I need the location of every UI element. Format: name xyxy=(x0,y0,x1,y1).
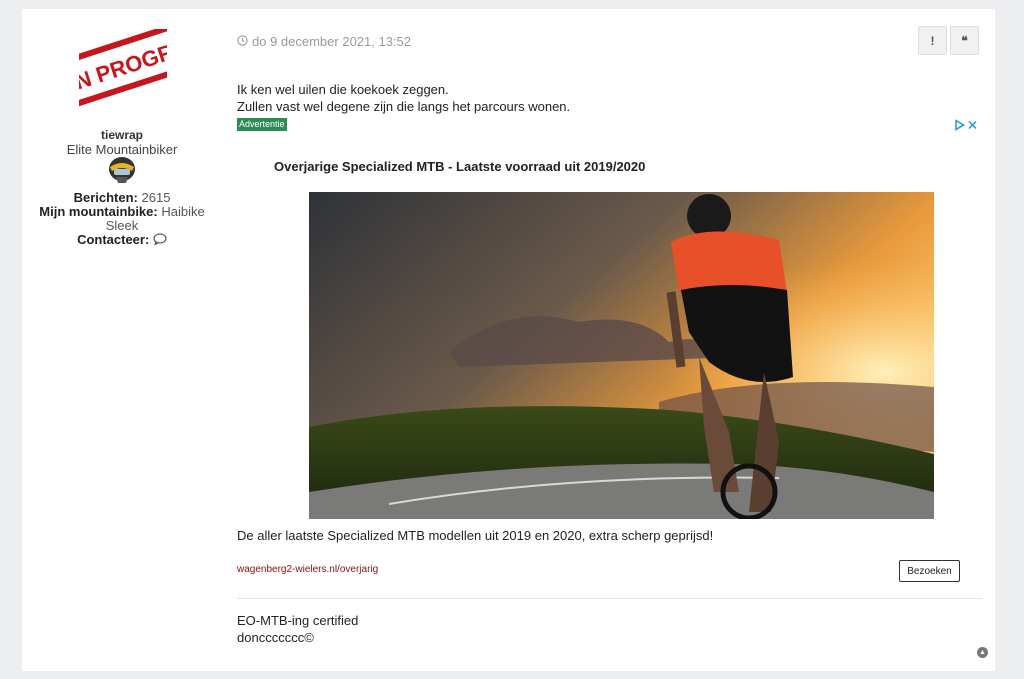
ad-image[interactable] xyxy=(309,192,934,519)
signature: EO-MTB-ing certified donccccccc© xyxy=(237,612,358,646)
quote-icon: ❝ xyxy=(961,33,968,48)
speech-bubble-icon[interactable] xyxy=(153,233,167,248)
post-date[interactable]: do 9 december 2021, 13:52 xyxy=(237,34,411,49)
post-line: Zullen vast wel degene zijn die langs he… xyxy=(237,99,571,114)
signature-divider xyxy=(237,598,982,599)
post-content: Ik ken wel uilen die koekoek zeggen. Zul… xyxy=(237,81,570,115)
posts-count: Berichten: 2615 xyxy=(73,190,171,205)
avatar[interactable]: N PROGRES xyxy=(79,29,167,117)
ad-description: De aller laatste Specialized MTB modelle… xyxy=(237,528,714,543)
signature-line: EO-MTB-ing certified xyxy=(237,613,359,628)
ad-choices[interactable] xyxy=(954,119,978,134)
quote-button[interactable]: ❝ xyxy=(950,26,979,55)
visit-button[interactable]: Bezoeken xyxy=(899,560,960,582)
ad-link[interactable]: wagenberg2-wielers.nl/overjarig xyxy=(237,564,378,575)
username[interactable]: tiewrap xyxy=(22,128,222,142)
ad-close-icon[interactable] xyxy=(967,119,978,134)
clock-icon xyxy=(237,34,248,49)
ad-title[interactable]: Overjarige Specialized MTB - Laatste voo… xyxy=(274,159,645,174)
back-to-top-icon[interactable]: ▲ xyxy=(977,647,988,658)
user-bike: Mijn mountainbike: Haibike Sleek xyxy=(39,204,205,233)
ad-choices-play-icon[interactable] xyxy=(954,119,965,134)
signature-line: donccccccc© xyxy=(237,630,314,645)
ad-badge: Advertentie xyxy=(237,118,287,131)
post-line: Ik ken wel uilen die koekoek zeggen. xyxy=(237,82,449,97)
report-button[interactable]: ! xyxy=(918,26,947,55)
rank-helmet-icon xyxy=(106,155,138,185)
contact-row: Contacteer: xyxy=(22,233,222,248)
post-container: N PROGRES tiewrap Elite Mountainbiker Be… xyxy=(22,9,995,671)
exclamation-icon: ! xyxy=(930,33,935,48)
